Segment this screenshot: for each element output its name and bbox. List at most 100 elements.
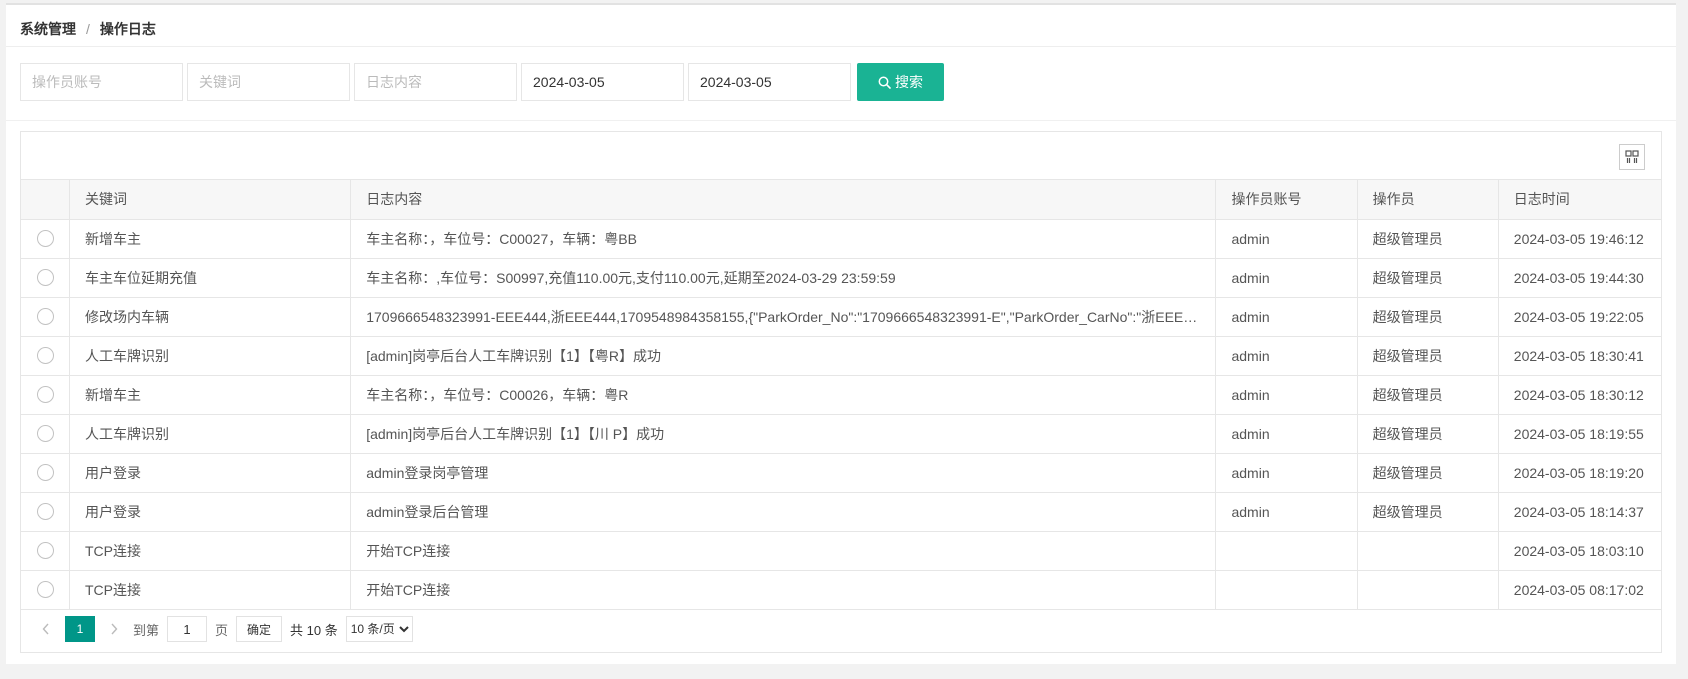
table-row[interactable]: 新增车主 车主名称：，车位号：C00027，车辆：粤BB admin 超级管理员 202… — [21, 219, 1661, 259]
cell-operator-account: admin — [1215, 492, 1358, 532]
cell-log-time: 2024-03-05 19:46:12 — [1498, 219, 1661, 259]
table-body: 新增车主 车主名称：，车位号：C00027，车辆：粤BB admin 超级管理员 202… — [21, 219, 1661, 610]
table-row[interactable]: 修改场内车辆 1709666548323991-EEE444,浙EEE444,17… — [21, 297, 1661, 337]
table-row[interactable]: 人工车牌识别 [admin]岗亭后台人工车牌识别【1】【川 P】成功 admin 超级… — [21, 414, 1661, 454]
row-radio[interactable] — [37, 347, 54, 365]
cell-operator: 超级管理员 — [1357, 336, 1499, 376]
cell-log-content: 开始TCP连接 — [350, 531, 1217, 571]
row-radio[interactable] — [37, 581, 54, 599]
table-row[interactable]: 用户登录 admin登录岗亭管理 admin 超级管理员 2024-03-05 18:1… — [21, 453, 1661, 493]
cell-keyword: TCP连接 — [69, 570, 352, 610]
log-table: 关键词 日志内容 操作员账号 操作员 日志时间 新增车主 车主名称：，车位号：C0… — [21, 180, 1661, 610]
cell-keyword: TCP连接 — [69, 531, 352, 571]
end-date-input[interactable] — [688, 63, 851, 101]
cell-log-content: [admin]岗亭后台人工车牌识别【1】【粤R】成功 — [350, 336, 1217, 376]
cell-operator: 超级管理员 — [1357, 414, 1499, 454]
cell-keyword: 人工车牌识别 — [69, 336, 352, 376]
operator-account-input[interactable] — [20, 63, 183, 101]
page-unit-label: 页 — [215, 622, 229, 638]
search-button[interactable]: 搜索 — [857, 63, 944, 101]
log-table-container: 关键词 日志内容 操作员账号 操作员 日志时间 新增车主 车主名称：，车位号：C0… — [20, 131, 1662, 653]
log-content-input[interactable] — [354, 63, 517, 101]
cell-log-time: 2024-03-05 19:22:05 — [1498, 297, 1661, 337]
row-radio[interactable] — [37, 269, 54, 287]
row-select-cell — [21, 570, 70, 610]
table-row[interactable]: 新增车主 车主名称：，车位号：C00026，车辆：粤R admin 超级管理员 2024… — [21, 375, 1661, 415]
cell-operator-account: admin — [1215, 414, 1358, 454]
cell-operator — [1357, 570, 1499, 610]
cell-operator-account: admin — [1215, 453, 1358, 493]
page: 系统管理 / 操作日志 搜索 — [0, 0, 1688, 679]
column-filter-button[interactable] — [1619, 144, 1645, 170]
cell-keyword: 修改场内车辆 — [69, 297, 352, 337]
start-date-input[interactable] — [521, 63, 684, 101]
breadcrumb-parent[interactable]: 系统管理 — [20, 19, 76, 39]
search-bar: 搜索 — [20, 63, 944, 101]
cell-log-time: 2024-03-05 19:44:30 — [1498, 258, 1661, 298]
cell-operator: 超级管理员 — [1357, 219, 1499, 259]
table-row[interactable]: TCP连接 开始TCP连接 2024-03-05 18:03:10 — [21, 531, 1661, 571]
header-select — [21, 180, 70, 220]
page-size-select[interactable]: 10 条/页 — [345, 616, 413, 642]
goto-page-input[interactable] — [167, 616, 208, 642]
cell-log-content: [admin]岗亭后台人工车牌识别【1】【川 P】成功 — [350, 414, 1217, 454]
cell-log-content: 1709666548323991-EEE444,浙EEE444,17095489… — [350, 297, 1217, 337]
cell-log-time: 2024-03-05 18:30:12 — [1498, 375, 1661, 415]
total-count: 共 10 条 — [290, 622, 338, 638]
header-keyword[interactable]: 关键词 — [69, 180, 352, 220]
cell-operator: 超级管理员 — [1357, 453, 1499, 493]
cell-keyword: 车主车位延期充值 — [69, 258, 352, 298]
goto-confirm-button[interactable]: 确定 — [236, 616, 283, 642]
prev-page-icon[interactable] — [35, 616, 57, 642]
row-radio[interactable] — [37, 230, 54, 248]
cell-operator: 超级管理员 — [1357, 297, 1499, 337]
cell-keyword: 用户登录 — [69, 453, 352, 493]
keyword-input[interactable] — [187, 63, 350, 101]
row-select-cell — [21, 375, 70, 415]
cell-log-content: admin登录后台管理 — [350, 492, 1217, 532]
cell-operator: 超级管理员 — [1357, 258, 1499, 298]
row-select-cell — [21, 453, 70, 493]
content-panel: 系统管理 / 操作日志 搜索 — [6, 3, 1676, 664]
next-page-icon[interactable] — [103, 616, 125, 642]
cell-log-content: 车主名称：，车位号：C00027，车辆：粤BB — [350, 219, 1217, 259]
header-operator[interactable]: 操作员 — [1357, 180, 1499, 220]
row-select-cell — [21, 297, 70, 337]
table-row[interactable]: 车主车位延期充值 车主名称：,车位号：S00997,充值110.00元,支付110… — [21, 258, 1661, 298]
cell-log-time: 2024-03-05 08:17:02 — [1498, 570, 1661, 610]
cell-log-time: 2024-03-05 18:19:55 — [1498, 414, 1661, 454]
cell-operator-account — [1215, 531, 1358, 571]
table-toolbar — [21, 132, 1661, 180]
row-select-cell — [21, 414, 70, 454]
breadcrumb-separator: / — [86, 21, 90, 37]
search-divider — [6, 120, 1676, 121]
table-row[interactable]: 用户登录 admin登录后台管理 admin 超级管理员 2024-03-05 18:1… — [21, 492, 1661, 532]
cell-log-content: 开始TCP连接 — [350, 570, 1217, 610]
header-log-time[interactable]: 日志时间 — [1498, 180, 1661, 220]
cell-operator-account: admin — [1215, 375, 1358, 415]
cell-log-content: 车主名称：，车位号：C00026，车辆：粤R — [350, 375, 1217, 415]
pagination: 1 到第 页 确定 共 10 条 10 条/页 — [21, 610, 1661, 649]
row-radio[interactable] — [37, 503, 54, 521]
table-row[interactable]: 人工车牌识别 [admin]岗亭后台人工车牌识别【1】【粤R】成功 admin 超级管… — [21, 336, 1661, 376]
search-icon — [878, 76, 891, 89]
cell-operator — [1357, 531, 1499, 571]
row-radio[interactable] — [37, 464, 54, 482]
row-radio[interactable] — [37, 386, 54, 404]
table-row[interactable]: TCP连接 开始TCP连接 2024-03-05 08:17:02 — [21, 570, 1661, 610]
breadcrumb-divider — [6, 46, 1676, 47]
row-radio[interactable] — [37, 425, 54, 443]
header-operator-account[interactable]: 操作员账号 — [1215, 180, 1358, 220]
header-log-content[interactable]: 日志内容 — [350, 180, 1217, 220]
cell-log-time: 2024-03-05 18:14:37 — [1498, 492, 1661, 532]
cell-operator: 超级管理员 — [1357, 492, 1499, 532]
cell-log-content: 车主名称：,车位号：S00997,充值110.00元,支付110.00元,延期至… — [350, 258, 1217, 298]
cell-keyword: 新增车主 — [69, 375, 352, 415]
cell-log-time: 2024-03-05 18:30:41 — [1498, 336, 1661, 376]
row-radio[interactable] — [37, 542, 54, 560]
cell-operator-account — [1215, 570, 1358, 610]
page-number-current[interactable]: 1 — [65, 616, 95, 642]
row-radio[interactable] — [37, 308, 54, 326]
cell-keyword: 用户登录 — [69, 492, 352, 532]
cell-operator-account: admin — [1215, 219, 1358, 259]
